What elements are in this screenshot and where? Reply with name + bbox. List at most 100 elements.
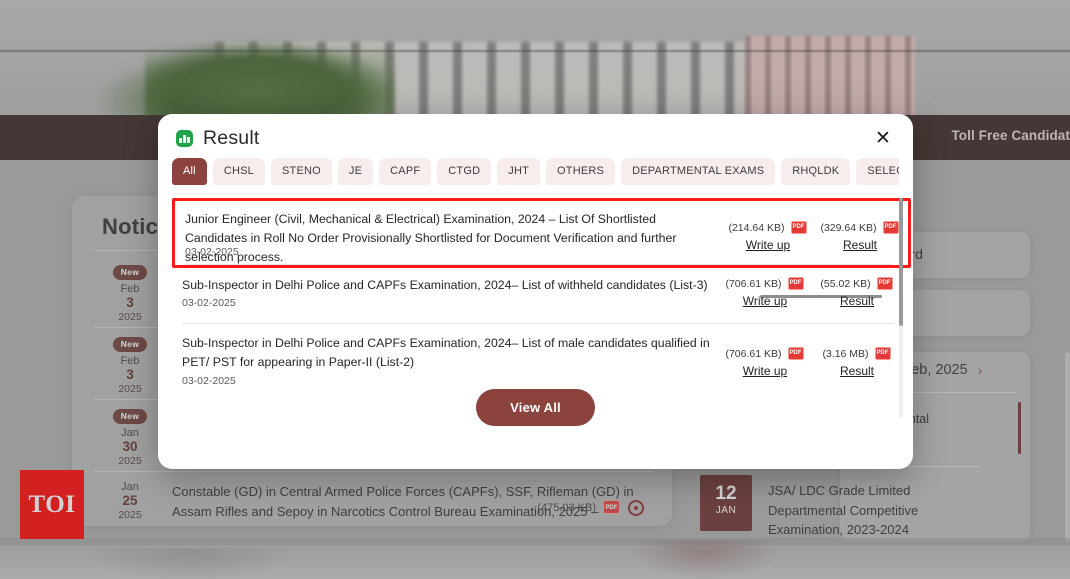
tab-je[interactable]: JE — [337, 158, 374, 185]
calendar-entry-marker — [1018, 402, 1021, 454]
tab-others[interactable]: OTHERS — [546, 158, 616, 185]
result-item-divider — [185, 264, 892, 265]
notice-row[interactable]: Jan 25 2025 Constable (GD) in Central Ar… — [94, 472, 654, 544]
tab-all[interactable]: All — [172, 158, 207, 185]
result-item-writeup[interactable]: (706.61 KB) PDF Write up — [717, 274, 813, 308]
notice-year: 2025 — [118, 454, 142, 467]
view-all-button[interactable]: View All — [476, 389, 595, 426]
writeup-file-size: (706.61 KB) — [725, 277, 782, 290]
bar-chart-icon — [176, 130, 193, 147]
notice-date: Jan 25 2025 — [102, 478, 158, 521]
notice-day: 3 — [126, 367, 134, 382]
modal-header: Result ✕ — [158, 114, 913, 164]
writeup-file-size: (706.61 KB) — [725, 347, 782, 360]
new-badge: New — [112, 409, 148, 424]
category-tabs: All CHSL STENO JE CAPF CTGD JHT OTHERS D… — [172, 158, 899, 185]
result-item-title: Sub-Inspector in Delhi Police and CAPFs … — [182, 336, 710, 370]
writeup-link[interactable]: Write up — [717, 364, 813, 378]
result-item-date: 03-02-2025 — [182, 297, 236, 309]
result-link[interactable]: Result — [809, 364, 905, 378]
eye-icon[interactable] — [628, 500, 644, 516]
writeup-size-row: (214.64 KB) PDF — [720, 218, 816, 237]
notice-year: 2025 — [118, 382, 142, 395]
result-item-title: Junior Engineer (Civil, Mechanical & Ele… — [185, 212, 677, 265]
notice-date: New Jan 30 2025 — [102, 406, 158, 467]
result-item-writeup[interactable]: (214.64 KB) PDF Write up — [720, 218, 816, 252]
pdf-icon[interactable]: PDF — [873, 344, 892, 363]
writeup-size-row: (706.61 KB) PDF — [717, 344, 813, 363]
notice-day: 3 — [126, 295, 134, 310]
close-icon[interactable]: ✕ — [871, 126, 895, 150]
result-item-writeup[interactable]: (706.61 KB) PDF Write up — [717, 344, 813, 378]
tab-rhqldk[interactable]: RHQLDK — [781, 158, 851, 185]
tab-ctgd[interactable]: CTGD — [437, 158, 492, 185]
writeup-file-size: (214.64 KB) — [728, 221, 785, 234]
result-list-item[interactable]: Junior Engineer (Civil, Mechanical & Ele… — [172, 198, 911, 268]
tab-jht[interactable]: JHT — [497, 158, 541, 185]
new-badge: New — [112, 337, 148, 352]
banner-building-pink — [745, 36, 915, 115]
pdf-icon[interactable]: PDF — [603, 500, 620, 514]
view-all-wrap: View All — [158, 389, 913, 426]
calendar-date-month: JAN — [715, 505, 737, 516]
toi-watermark-text: TOI — [28, 490, 76, 518]
result-list: Junior Engineer (Civil, Mechanical & Ele… — [172, 198, 911, 418]
result-size-row: (329.64 KB) PDF — [812, 218, 908, 237]
writeup-link[interactable]: Write up — [720, 238, 816, 252]
category-tabs-scroller[interactable]: All CHSL STENO JE CAPF CTGD JHT OTHERS D… — [172, 158, 899, 192]
footer-blur-blob — [630, 540, 780, 579]
result-item-result[interactable]: (55.02 KB) PDF Result — [809, 274, 905, 308]
notice-date: New Feb 3 2025 — [102, 262, 158, 323]
pdf-icon[interactable]: PDF — [875, 274, 894, 293]
modal-title-group: Result — [176, 127, 259, 150]
page-root: Toll Free Candidat Notice B New Feb 3 20… — [0, 0, 1070, 579]
writeup-size-row: (706.61 KB) PDF — [717, 274, 813, 293]
result-list-scrollbar[interactable] — [899, 198, 903, 418]
hero-banner-image — [0, 0, 1070, 115]
result-item-title: Sub-Inspector in Delhi Police and CAPFs … — [182, 278, 708, 292]
calendar-date-box: 12 JAN — [700, 475, 752, 531]
notice-year: 2025 — [118, 508, 142, 521]
pdf-icon[interactable]: PDF — [881, 218, 900, 237]
result-list-item[interactable]: Sub-Inspector in Delhi Police and CAPFs … — [172, 324, 911, 396]
result-link[interactable]: Result — [809, 294, 905, 308]
result-item-result[interactable]: (3.16 MB) PDF Result — [809, 344, 905, 378]
result-item-date: 03-02-2025 — [182, 375, 236, 387]
footer-blur-blob-2 — [90, 548, 290, 579]
calendar-entry-text: JSA/ LDC Grade Limited Departmental Comp… — [768, 483, 919, 537]
result-size-row: (55.02 KB) PDF — [809, 274, 905, 293]
new-badge: New — [112, 265, 148, 280]
tab-departmental-exams[interactable]: DEPARTMENTAL EXAMS — [621, 158, 776, 185]
result-link[interactable]: Result — [812, 238, 908, 252]
toi-watermark-logo: TOI — [20, 470, 84, 539]
writeup-link[interactable]: Write up — [717, 294, 813, 308]
notice-day: 30 — [122, 439, 138, 454]
banner-horizon-line — [0, 50, 1070, 52]
notice-date: New Feb 3 2025 — [102, 334, 158, 395]
result-item-result[interactable]: (329.64 KB) PDF Result — [812, 218, 908, 252]
result-list-scrollbar-thumb[interactable] — [899, 198, 903, 326]
notice-day: 25 — [122, 493, 138, 508]
pdf-icon[interactable]: PDF — [786, 344, 805, 363]
pdf-icon[interactable]: PDF — [789, 218, 808, 237]
notice-month: Jan — [121, 481, 139, 493]
calendar-date-day: 12 — [715, 483, 737, 504]
tab-steno[interactable]: STENO — [270, 158, 332, 185]
result-list-item[interactable]: Sub-Inspector in Delhi Police and CAPFs … — [172, 268, 911, 324]
modal-title: Result — [203, 127, 260, 149]
notice-month: Feb — [120, 355, 140, 367]
notice-month: Feb — [120, 283, 140, 295]
pdf-icon[interactable]: PDF — [786, 274, 805, 293]
calendar-scrollbar[interactable] — [1065, 352, 1070, 542]
notice-file-size: (475.03 KB) — [537, 502, 596, 514]
result-file-size: (329.64 KB) — [820, 221, 877, 234]
tab-capf[interactable]: CAPF — [379, 158, 432, 185]
result-size-row: (3.16 MB) PDF — [809, 344, 905, 363]
toll-free-label: Toll Free Candidat — [951, 128, 1070, 143]
tab-selection-posts[interactable]: SELECTION POSTS — [856, 158, 899, 185]
calendar-next-icon[interactable]: › — [978, 362, 983, 378]
result-file-size: (3.16 MB) — [822, 347, 869, 360]
tab-chsl[interactable]: CHSL — [212, 158, 265, 185]
notice-year: 2025 — [118, 310, 142, 323]
result-file-size: (55.02 KB) — [820, 277, 871, 290]
